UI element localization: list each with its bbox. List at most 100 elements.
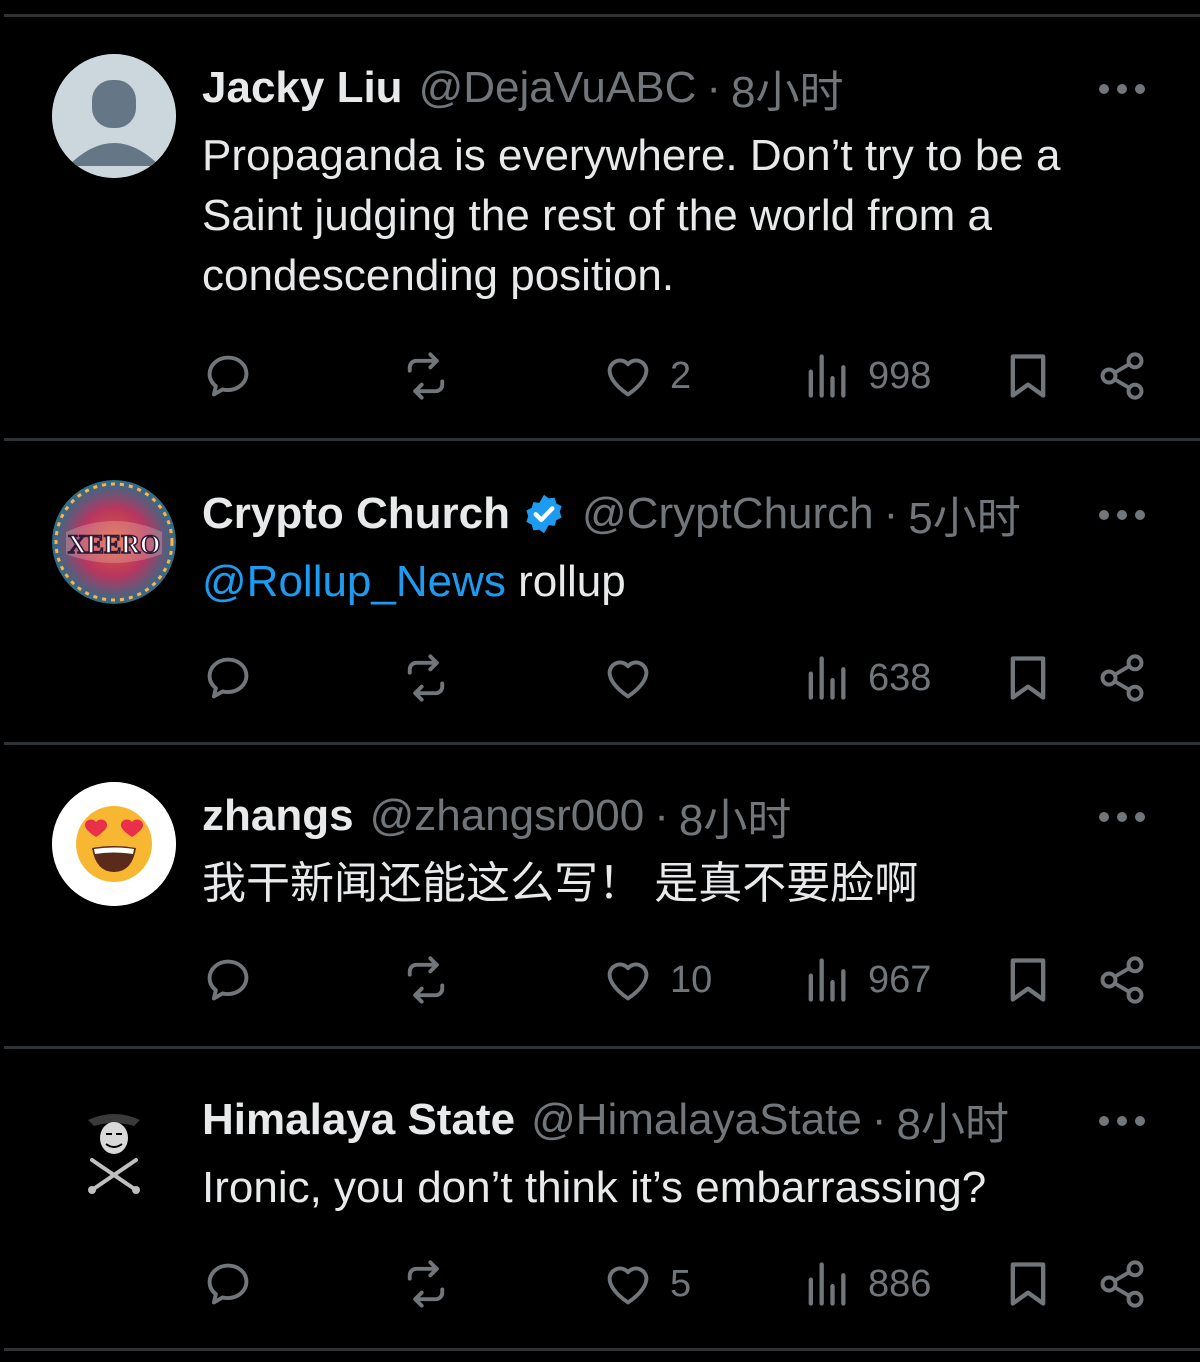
tweet-text: @Rollup_News rollup: [202, 552, 1142, 612]
action-bar: 10 967: [0, 948, 1200, 1012]
timestamp[interactable]: 8小时: [679, 784, 791, 848]
action-bar: 2 998: [0, 344, 1200, 408]
user-handle[interactable]: @HimalayaState: [531, 1095, 862, 1145]
tweet-himalaya-state[interactable]: Himalaya State @HimalayaState · 8小时 Iron…: [0, 1086, 1200, 1336]
separator-dot: ·: [654, 791, 669, 840]
view-count: 638: [868, 656, 932, 699]
analytics-icon: [808, 354, 846, 398]
mention-link[interactable]: @Rollup_News: [202, 557, 506, 606]
tweet-text: 我干新闻还能这么写！ 是真不要脸啊: [202, 854, 1142, 914]
tweet-text-content: rollup: [505, 557, 626, 606]
separator-dot: ·: [706, 63, 722, 112]
reply-button[interactable]: [202, 948, 254, 1012]
analytics-icon: [808, 1262, 846, 1306]
bookmark-button[interactable]: [1002, 344, 1054, 408]
user-handle[interactable]: @DejaVuABC: [419, 63, 697, 113]
reply-button[interactable]: [202, 1252, 254, 1316]
bookmark-icon: [1010, 1262, 1046, 1306]
user-handle[interactable]: @zhangsr000: [370, 791, 645, 841]
like-button[interactable]: 2: [602, 344, 691, 408]
tweet-header: Himalaya State @HimalayaState · 8小时: [202, 1092, 1009, 1149]
view-count: 886: [868, 1262, 932, 1305]
share-icon: [1100, 352, 1144, 400]
share-button[interactable]: [1096, 1252, 1148, 1316]
avatar[interactable]: [52, 782, 176, 906]
tweet-jacky-liu[interactable]: Jacky Liu @DejaVuABC · 8小时 Propaganda is…: [0, 54, 1200, 424]
bookmark-icon: [1010, 354, 1046, 398]
share-button[interactable]: [1096, 646, 1148, 710]
heart-icon: [607, 358, 649, 397]
like-button[interactable]: [602, 646, 670, 710]
reply-icon: [207, 959, 249, 1001]
bookmark-icon: [1010, 958, 1046, 1002]
reply-button[interactable]: [202, 344, 254, 408]
bookmark-button[interactable]: [1002, 646, 1054, 710]
more-options-icon[interactable]: [1098, 810, 1146, 824]
avatar[interactable]: XEERO: [52, 480, 176, 604]
share-icon: [1100, 956, 1144, 1004]
more-options-icon[interactable]: [1098, 82, 1146, 96]
views-button[interactable]: 998: [800, 344, 931, 408]
views-button[interactable]: 886: [800, 1252, 931, 1316]
tweet-header: Crypto Church @CryptChurch · 5小时: [202, 486, 1021, 543]
timestamp[interactable]: 5小时: [908, 482, 1020, 546]
tweet-header: Jacky Liu @DejaVuABC · 8小时: [202, 60, 844, 117]
action-bar: 5 886: [0, 1252, 1200, 1316]
tweet-text: Propaganda is everywhere. Don’t try to b…: [202, 126, 1142, 306]
views-button[interactable]: 967: [800, 948, 931, 1012]
display-name[interactable]: Himalaya State: [202, 1095, 515, 1145]
divider: [4, 438, 1200, 441]
bookmark-button[interactable]: [1002, 948, 1054, 1012]
timestamp[interactable]: 8小时: [897, 1088, 1009, 1152]
more-options-icon[interactable]: [1098, 508, 1146, 522]
reply-icon: [207, 355, 249, 397]
analytics-icon: [808, 656, 846, 700]
more-options-icon[interactable]: [1098, 1114, 1146, 1128]
separator-dot: ·: [883, 489, 899, 538]
repost-icon: [407, 1260, 445, 1308]
display-name[interactable]: zhangs: [202, 791, 354, 841]
repost-button[interactable]: [400, 646, 452, 710]
bookmark-icon: [1010, 656, 1046, 700]
like-count: 2: [670, 354, 692, 397]
default-profile-icon: [52, 54, 176, 178]
tweet-crypto-church[interactable]: XEERO Crypto Church @CryptChurch · 5小时 @…: [0, 480, 1200, 730]
separator-dot: ·: [871, 1095, 887, 1144]
tweet-zhangs[interactable]: zhangs @zhangsr000 · 8小时 我干新闻还能这么写！ 是真不要…: [0, 782, 1200, 1032]
reply-icon: [207, 1263, 249, 1305]
display-name[interactable]: Crypto Church: [202, 489, 510, 539]
svg-text:XEERO: XEERO: [68, 530, 160, 559]
repost-button[interactable]: [400, 948, 452, 1012]
share-button[interactable]: [1096, 344, 1148, 408]
divider: [4, 14, 1200, 17]
like-count: 10: [670, 958, 713, 1001]
repost-icon: [407, 352, 445, 400]
verified-badge-icon: [526, 494, 562, 534]
user-handle[interactable]: @CryptChurch: [582, 489, 874, 539]
heart-icon: [607, 962, 649, 1001]
timestamp[interactable]: 8小时: [731, 56, 843, 120]
masked-figure-icon: [52, 1086, 176, 1210]
like-button[interactable]: 5: [602, 1252, 691, 1316]
tweet-text-content: Ironic, you don’t think it’s embarrassin…: [202, 1163, 987, 1212]
avatar[interactable]: [52, 1086, 176, 1210]
heart-icon: [607, 660, 649, 699]
display-name[interactable]: Jacky Liu: [202, 63, 403, 113]
like-button[interactable]: 10: [602, 948, 712, 1012]
divider: [4, 1348, 1200, 1351]
share-button[interactable]: [1096, 948, 1148, 1012]
analytics-icon: [808, 958, 846, 1002]
repost-button[interactable]: [400, 1252, 452, 1316]
reply-icon: [207, 657, 249, 699]
views-button[interactable]: 638: [800, 646, 931, 710]
xeero-logo-icon: XEERO: [52, 480, 176, 604]
divider: [4, 1046, 1200, 1049]
bookmark-button[interactable]: [1002, 1252, 1054, 1316]
heart-eyes-emoji-icon: [52, 782, 176, 906]
avatar[interactable]: [52, 54, 176, 178]
action-bar: 638: [0, 646, 1200, 710]
reply-button[interactable]: [202, 646, 254, 710]
share-icon: [1100, 1260, 1144, 1308]
tweet-text-content: 我干新闻还能这么写！ 是真不要脸啊: [202, 859, 919, 908]
repost-button[interactable]: [400, 344, 452, 408]
